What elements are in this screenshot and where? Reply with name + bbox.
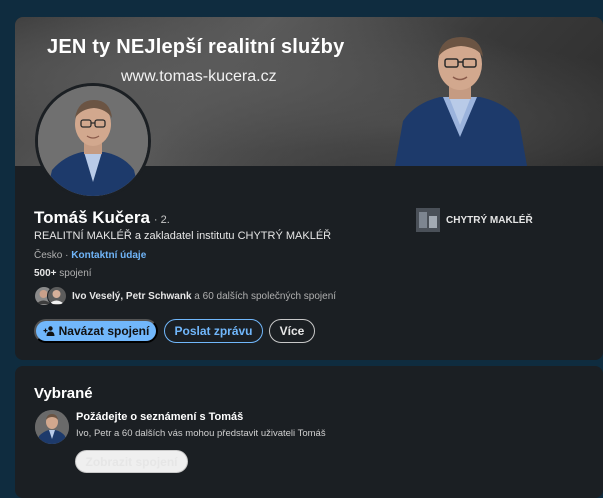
message-label: Poslat zprávu [174,324,253,338]
featured-subtext: Ivo, Petr a 60 dalších vás mohou předsta… [76,428,326,439]
featured-avatar[interactable] [35,410,69,444]
connections-label: spojení [56,268,92,279]
banner-title: JEN ty NEJlepší realitní služby [47,36,345,58]
featured-headline: Požádejte o seznámení s Tomáš [76,411,244,423]
location-separator: · [62,250,72,261]
name-row: Tomáš Kučera · 2. [34,208,170,228]
contact-info-link[interactable]: Kontaktní údaje [71,250,146,261]
show-connections-label: Zobrazit spojení [85,454,178,469]
more-button[interactable]: Více [269,319,315,343]
featured-card: Vybrané Požádejte o seznámení s Tomáš Iv… [15,366,603,498]
featured-title: Vybrané [34,385,93,402]
connect-button[interactable]: Navázat spojení [34,319,158,343]
profile-card: JEN ty NEJlepší realitní služby www.toma… [15,17,603,360]
mutual-names: Ivo Veselý, Petr Schwank [72,290,192,302]
more-label: Více [279,324,305,338]
mutual-avatar [47,286,67,306]
mutual-connections-text: Ivo Veselý, Petr Schwank a 60 dalších sp… [72,291,336,302]
featured-avatar-photo [35,410,69,444]
profile-location: Česko [34,250,63,261]
connections-number: 500+ [34,268,57,279]
profile-headline: REALITNÍ MAKLÉŘ a zakladatel institutu C… [34,230,332,242]
mutual-rest: a 60 dalších společných spojení [191,290,337,302]
banner-person-photo [395,37,527,166]
location-row: Česko · Kontaktní údaje [34,250,146,261]
banner-url: www.tomas-kucera.cz [121,68,277,85]
add-person-icon [43,326,55,336]
connect-label: Navázat spojení [58,324,150,338]
message-button[interactable]: Poslat zprávu [164,319,263,343]
mutual-connections[interactable]: Ivo Veselý, Petr Schwank a 60 dalších sp… [34,286,336,306]
show-connections-button[interactable]: Zobrazit spojení [75,450,188,473]
company-name: CHYTRÝ MAKLÉŘ [446,214,533,226]
company-logo-icon [416,208,440,232]
connection-degree: · 2. [153,214,170,226]
profile-avatar[interactable] [35,83,151,199]
current-company[interactable]: CHYTRÝ MAKLÉŘ [416,208,533,232]
avatar-photo [38,86,148,196]
connections-count[interactable]: 500+ spojení [34,268,92,279]
mutual-avatars [34,286,68,306]
profile-name: Tomáš Kučera [34,208,150,227]
